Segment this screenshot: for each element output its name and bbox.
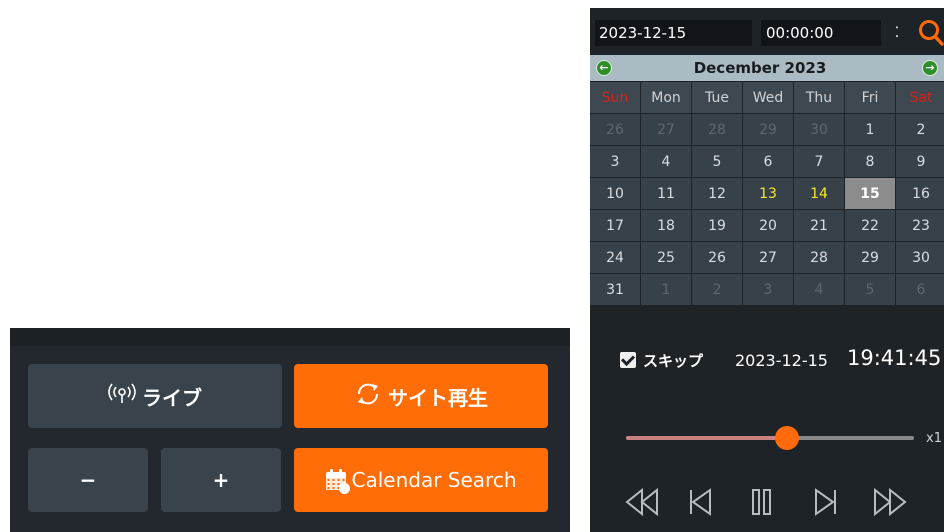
- step-forward-icon[interactable]: [812, 486, 840, 522]
- search-bar: 2023-12-15 00:00:00 ⁚: [590, 8, 944, 54]
- weekday-header: Sat: [896, 82, 944, 113]
- calendar-day-cell[interactable]: 7: [794, 146, 844, 177]
- calendar-day-cell: 2: [692, 274, 742, 305]
- time-field[interactable]: 00:00:00: [761, 20, 881, 46]
- calendar-day-cell: 28: [692, 114, 742, 145]
- calendar-day-cell[interactable]: 3: [590, 146, 640, 177]
- next-month-icon[interactable]: →: [922, 60, 938, 76]
- calendar-search-label: Calendar Search: [351, 468, 517, 492]
- broadcast-icon: [108, 383, 136, 410]
- calendar-day-cell: 29: [743, 114, 793, 145]
- site-playback-button[interactable]: サイト再生: [294, 364, 548, 428]
- speed-label: x1: [926, 431, 942, 446]
- zoom-in-button[interactable]: +: [161, 448, 281, 512]
- refresh-icon: [354, 380, 382, 413]
- date-field[interactable]: 2023-12-15: [595, 20, 752, 46]
- calendar-day-cell: 30: [794, 114, 844, 145]
- calendar-day-cell[interactable]: 24: [590, 242, 640, 273]
- calendar-day-cell[interactable]: 13: [743, 178, 793, 209]
- calendar-day-cell[interactable]: 5: [692, 146, 742, 177]
- calendar-day-cell[interactable]: 23: [896, 210, 944, 241]
- calendar-day-cell: 3: [743, 274, 793, 305]
- weekday-header: Tue: [692, 82, 742, 113]
- weekday-header: Thu: [794, 82, 844, 113]
- weekday-header: Wed: [743, 82, 793, 113]
- weekday-header: Fri: [845, 82, 895, 113]
- skip-toggle[interactable]: スキップ: [620, 348, 703, 372]
- calendar-day-cell[interactable]: 27: [743, 242, 793, 273]
- calendar-day-cell: 26: [590, 114, 640, 145]
- site-playback-label: サイト再生: [388, 385, 488, 410]
- calendar-day-cell[interactable]: 8: [845, 146, 895, 177]
- calendar-day-cell: 1: [641, 274, 691, 305]
- playback-slider-thumb[interactable]: [775, 426, 800, 450]
- plus-label: +: [212, 468, 230, 492]
- minus-label: −: [79, 468, 97, 492]
- calendar-day-cell[interactable]: 6: [743, 146, 793, 177]
- search-icon[interactable]: [918, 18, 944, 52]
- calendar-day-cell[interactable]: 19: [692, 210, 742, 241]
- timestamp-date: 2023-12-15: [735, 351, 828, 370]
- month-year-label: December 2023: [693, 59, 827, 77]
- calendar-icon: [325, 469, 350, 494]
- calendar-day-cell[interactable]: 1: [845, 114, 895, 145]
- calendar-day-cell[interactable]: 20: [743, 210, 793, 241]
- calendar-header: ← December 2023 →: [590, 55, 944, 81]
- fast-forward-icon[interactable]: [872, 486, 908, 522]
- calendar-day-cell[interactable]: 2: [896, 114, 944, 145]
- calendar-day-cell[interactable]: 15: [845, 178, 895, 209]
- weekday-header: Mon: [641, 82, 691, 113]
- playback-panel: 2023-12-15 00:00:00 ⁚ ← December 2023 → …: [590, 8, 944, 532]
- skip-label: スキップ: [643, 351, 704, 370]
- calendar-day-cell[interactable]: 22: [845, 210, 895, 241]
- calendar-day-cell[interactable]: 29: [845, 242, 895, 273]
- calendar-day-cell[interactable]: 9: [896, 146, 944, 177]
- calendar-day-cell[interactable]: 14: [794, 178, 844, 209]
- weekday-header: Sun: [590, 82, 640, 113]
- calendar-day-cell[interactable]: 4: [641, 146, 691, 177]
- pause-icon[interactable]: [750, 486, 774, 522]
- calendar-day-cell[interactable]: 11: [641, 178, 691, 209]
- time-spinner[interactable]: ⁚: [890, 20, 904, 46]
- zoom-out-button[interactable]: −: [28, 448, 148, 512]
- control-panel: ライブ サイト再生 − + Calendar Search: [10, 328, 570, 532]
- calendar-day-cell[interactable]: 31: [590, 274, 640, 305]
- calendar-search-button[interactable]: Calendar Search: [294, 448, 548, 512]
- live-button[interactable]: ライブ: [28, 364, 282, 428]
- calendar-day-cell: 5: [845, 274, 895, 305]
- calendar-day-cell[interactable]: 25: [641, 242, 691, 273]
- step-back-icon[interactable]: [686, 486, 714, 522]
- calendar-day-cell[interactable]: 17: [590, 210, 640, 241]
- calendar-day-cell[interactable]: 10: [590, 178, 640, 209]
- fast-rewind-icon[interactable]: [624, 486, 660, 522]
- playback-slider-fill: [626, 436, 788, 440]
- calendar-day-cell[interactable]: 21: [794, 210, 844, 241]
- calendar-day-cell[interactable]: 12: [692, 178, 742, 209]
- calendar-day-cell: 4: [794, 274, 844, 305]
- calendar-day-cell[interactable]: 30: [896, 242, 944, 273]
- calendar-day-cell[interactable]: 18: [641, 210, 691, 241]
- calendar-day-cell: 27: [641, 114, 691, 145]
- timestamp-time: 19:41:45: [847, 346, 942, 370]
- live-label: ライブ: [142, 385, 202, 410]
- calendar-day-cell[interactable]: 16: [896, 178, 944, 209]
- skip-checkbox[interactable]: [620, 352, 636, 368]
- calendar-day-cell[interactable]: 28: [794, 242, 844, 273]
- calendar-day-cell: 6: [896, 274, 944, 305]
- calendar-day-cell[interactable]: 26: [692, 242, 742, 273]
